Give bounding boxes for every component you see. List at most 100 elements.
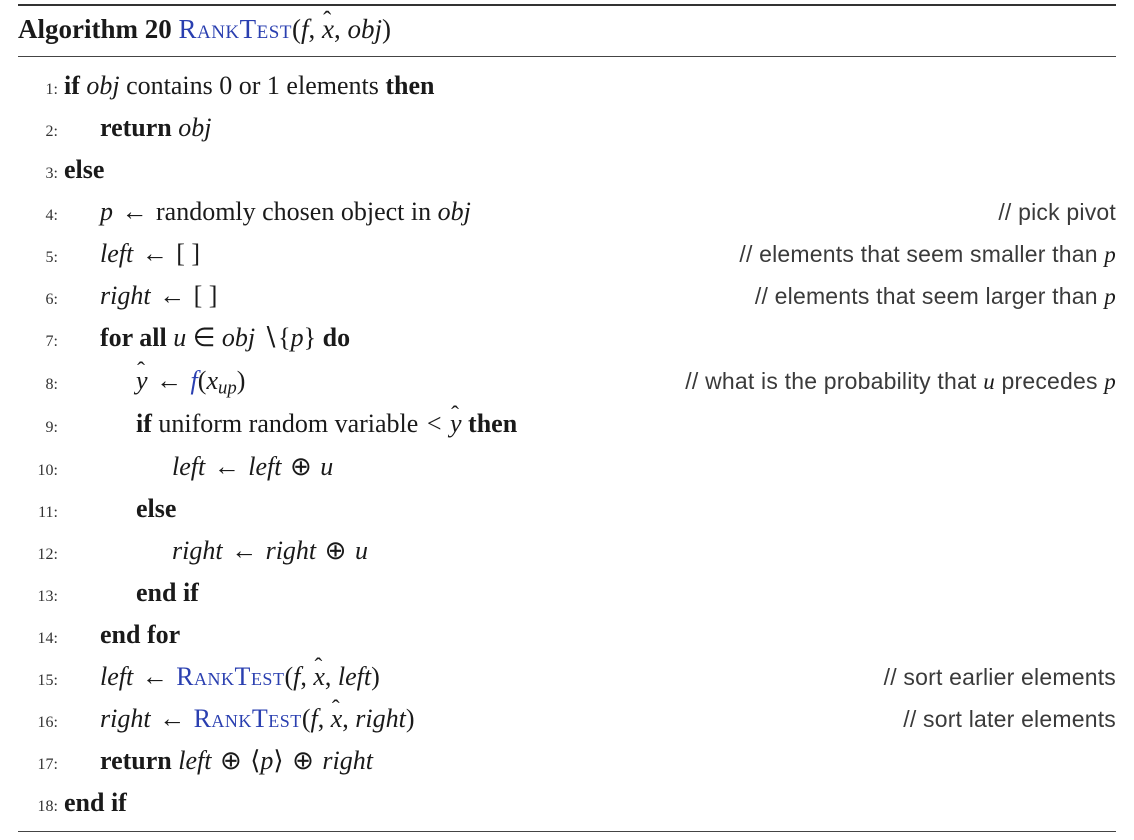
code: end if [64, 572, 1110, 614]
line-number: 6: [18, 279, 58, 313]
code-line: 1: if obj contains 0 or 1 elements then [18, 65, 1116, 107]
kw-return: return [100, 746, 172, 775]
comment-text: precedes [995, 368, 1104, 394]
code-line: 18: end if [18, 782, 1116, 824]
kw-then: then [468, 409, 517, 438]
var-left: left [178, 746, 211, 775]
comment-var: p [1104, 242, 1116, 267]
code: if obj contains 0 or 1 elements then [64, 65, 1110, 107]
kw-endfor: end for [100, 620, 180, 649]
var-right: right [266, 536, 317, 565]
oplus-icon: ⊕ [316, 536, 355, 565]
arrow-icon: ← [151, 704, 194, 733]
code: y ← f(xup) [64, 360, 659, 404]
lt-icon: < [425, 409, 444, 438]
code: end if [64, 782, 1110, 824]
code: right ← [ ] [64, 275, 729, 317]
kw-then: then [385, 71, 434, 100]
line-number: 17: [18, 744, 58, 778]
oplus-icon: ⊕ [284, 746, 323, 775]
algorithm-body: 1: if obj contains 0 or 1 elements then … [18, 57, 1116, 825]
code: for all u ∈ obj ∖{p} do [64, 317, 1110, 359]
line-number: 7: [18, 321, 58, 355]
text: contains 0 or 1 elements [120, 71, 386, 100]
line-number: 13: [18, 576, 58, 610]
kw-return: return [100, 113, 172, 142]
code-line: 5: left ← [ ] // elements that seem smal… [18, 233, 1116, 275]
code-line: 10: left ← left ⊕ u [18, 446, 1116, 488]
kw-if: if [64, 71, 80, 100]
kw-do: do [323, 323, 350, 352]
var-u: u [355, 536, 368, 565]
line-number: 9: [18, 407, 58, 441]
arg-sep-1: , [308, 14, 322, 44]
arg-obj: obj [347, 14, 382, 44]
line-number: 8: [18, 364, 58, 398]
paren-close: ) [406, 704, 415, 733]
var-y-hat: y [450, 409, 462, 438]
code: return obj [64, 107, 1110, 149]
code: if uniform random variable < y then [64, 403, 1110, 445]
var-left: left [100, 239, 133, 268]
code: return left ⊕ ⟨p⟩ ⊕ right [64, 740, 1110, 782]
var-right: right [322, 746, 373, 775]
kw-else: else [136, 494, 176, 523]
kw-for: for all [100, 323, 167, 352]
sep: , [342, 704, 355, 733]
code: right ← RankTest(f, x, right) [64, 698, 877, 740]
var-x-hat: x [313, 662, 325, 691]
oplus-icon: ⊕ [211, 746, 250, 775]
var-obj: obj [438, 197, 471, 226]
comment: // what is the probability that u preced… [665, 363, 1116, 400]
var-p: p [260, 746, 273, 775]
var-right: right [100, 704, 151, 733]
code-line: 13: end if [18, 572, 1116, 614]
comment-text: // elements that seem smaller than [739, 241, 1104, 267]
var-left: left [248, 452, 281, 481]
oplus-icon: ⊕ [281, 452, 320, 481]
subscript: up [218, 377, 237, 398]
line-number: 3: [18, 153, 58, 187]
code: left ← left ⊕ u [64, 446, 1110, 488]
empty-list: [ ] [194, 281, 218, 310]
line-number: 16: [18, 702, 58, 736]
paren-open: ( [284, 662, 293, 691]
args-open: ( [292, 14, 301, 44]
line-number: 1: [18, 69, 58, 103]
comment: // elements that seem larger than p [735, 278, 1116, 315]
comment: // pick pivot [978, 194, 1116, 231]
code: end for [64, 614, 1110, 656]
comment-text: // elements that seem larger than [755, 283, 1104, 309]
code-line: 9: if uniform random variable < y then [18, 403, 1116, 445]
sep: , [318, 704, 331, 733]
paren-close: ) [237, 366, 246, 395]
var-p: p [100, 197, 113, 226]
code-line: 17: return left ⊕ ⟨p⟩ ⊕ right [18, 740, 1116, 782]
var-obj: obj [222, 323, 255, 352]
var-p: p [291, 323, 304, 352]
comment: // sort later elements [883, 701, 1116, 738]
code-line: 8: y ← f(xup) // what is the probability… [18, 360, 1116, 404]
code: else [64, 488, 1110, 530]
arg-x-hat: x [322, 14, 334, 44]
rule-bottom [18, 831, 1116, 832]
line-number: 18: [18, 786, 58, 820]
arrow-icon: ← [133, 239, 176, 268]
var-right: right [100, 281, 151, 310]
line-number: 14: [18, 618, 58, 652]
algorithm-header: Algorithm 20 RankTest(f, x, obj) [18, 6, 1116, 56]
angle-close: ⟩ [273, 746, 283, 775]
code-line: 3: else [18, 149, 1116, 191]
angle-open: ⟨ [250, 746, 260, 775]
var-u: u [320, 452, 333, 481]
code-line: 2: return obj [18, 107, 1116, 149]
line-number: 10: [18, 450, 58, 484]
arrow-icon: ← [133, 662, 176, 691]
var-x: x [206, 366, 218, 395]
kw-endif: end if [136, 578, 199, 607]
code: else [64, 149, 1110, 191]
comment-var: p [1104, 369, 1116, 394]
arrow-icon: ← [151, 281, 194, 310]
args-close: ) [382, 14, 391, 44]
code-line: 7: for all u ∈ obj ∖{p} do [18, 317, 1116, 359]
